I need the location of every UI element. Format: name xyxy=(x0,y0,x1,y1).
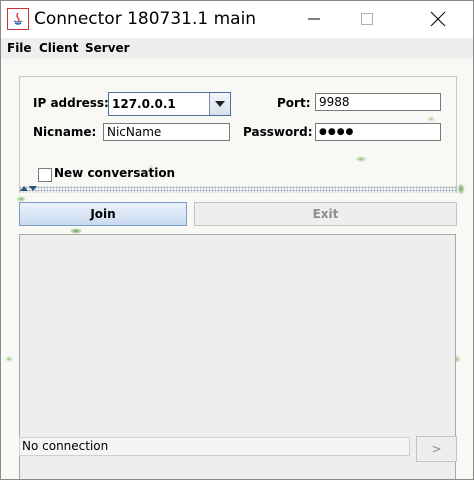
menu-client[interactable]: Client xyxy=(39,41,78,55)
port-field[interactable]: 9988 xyxy=(315,93,441,111)
menu-file[interactable]: File xyxy=(7,41,32,55)
status-field: No connection xyxy=(19,437,410,456)
ip-address-label: IP address: xyxy=(33,96,109,110)
combo-dropdown-button[interactable] xyxy=(209,93,230,115)
new-conversation-label: New conversation xyxy=(54,166,176,180)
title-bar: Connector 180731.1 main xyxy=(1,1,473,38)
minimize-button[interactable] xyxy=(291,1,337,37)
app-window: Connector 180731.1 main File Client Serv… xyxy=(0,0,474,480)
close-button[interactable] xyxy=(415,1,461,37)
send-button[interactable]: > xyxy=(416,436,457,462)
new-conversation-checkbox[interactable] xyxy=(38,168,52,182)
divider-arrows[interactable] xyxy=(20,186,37,192)
ip-address-combo[interactable]: 127.0.0.1 xyxy=(108,92,231,116)
java-icon xyxy=(7,8,29,30)
ip-address-value: 127.0.0.1 xyxy=(112,97,176,111)
split-divider[interactable] xyxy=(19,186,457,193)
nickname-label: Nicname: xyxy=(33,125,97,139)
minimize-icon xyxy=(308,18,320,20)
exit-button[interactable]: Exit xyxy=(194,202,457,226)
content-area: IP address: 127.0.0.1 Port: 9988 Nicname… xyxy=(1,59,473,479)
nickname-field[interactable]: NicName xyxy=(103,123,230,141)
join-button[interactable]: Join xyxy=(19,202,187,226)
triangle-up-icon[interactable] xyxy=(20,186,28,192)
menu-server[interactable]: Server xyxy=(85,41,130,55)
menu-bar: File Client Server xyxy=(1,38,473,59)
triangle-down-icon[interactable] xyxy=(29,186,37,192)
chevron-down-icon xyxy=(215,101,225,107)
maximize-button[interactable] xyxy=(344,1,390,37)
password-field[interactable]: ●●●● xyxy=(315,123,441,141)
password-label: Password: xyxy=(243,125,313,139)
window-title: Connector 180731.1 main xyxy=(34,9,257,29)
port-label: Port: xyxy=(277,96,311,110)
close-icon xyxy=(430,11,446,27)
maximize-icon xyxy=(361,13,373,25)
